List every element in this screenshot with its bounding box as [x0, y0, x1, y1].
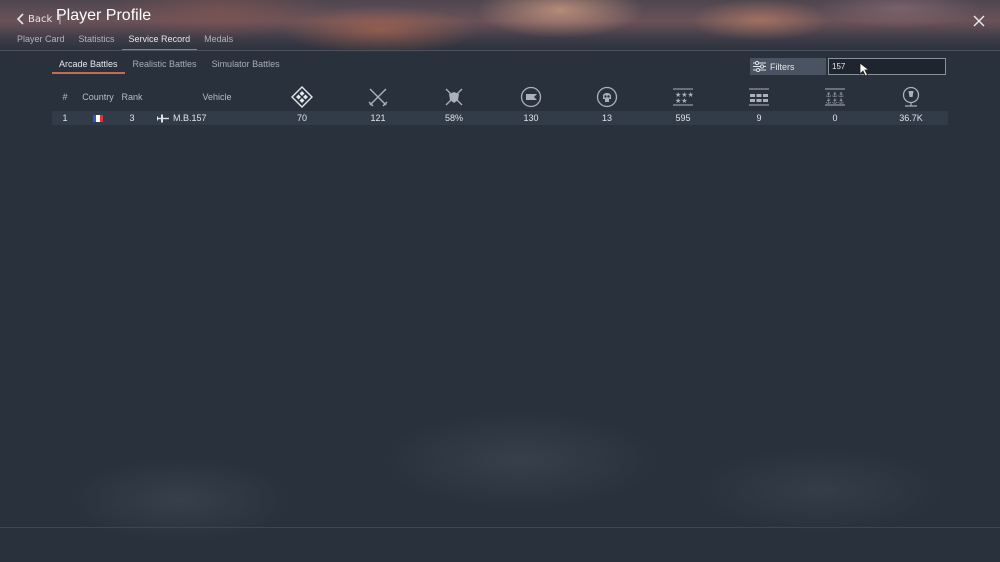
column-header-ground-targets[interactable] [747, 84, 771, 110]
column-header-vehicle[interactable]: Vehicle [182, 84, 252, 110]
column-header-air-targets[interactable]: ★★★ ★★ [671, 84, 695, 110]
crossed-swords-icon [368, 88, 388, 107]
vehicle-name: M.B.157 [173, 113, 207, 123]
search-input[interactable] [828, 58, 946, 75]
column-header-victories[interactable] [290, 84, 314, 110]
back-label: Back [28, 13, 53, 25]
battle-mode-tabs: Arcade Battles Realistic Battles Simulat… [52, 58, 288, 74]
column-header-win-rate[interactable] [442, 84, 466, 110]
back-button[interactable]: Back | [16, 11, 62, 27]
cell-country [80, 111, 116, 125]
top-bar: Back | Player Profile Player Card Statis… [0, 0, 1000, 52]
victories-icon [291, 86, 313, 108]
anchors-icon: ⚓⚓⚓ ⚓⚓⚓ [825, 88, 845, 106]
flag-icon [520, 86, 542, 108]
cell-ground-targets: 9 [756, 113, 762, 123]
close-icon[interactable] [971, 13, 987, 29]
column-header-deaths[interactable] [595, 84, 619, 110]
cell-vehicle: M.B.157 [156, 111, 266, 125]
cell-win-rate: 58% [444, 113, 463, 123]
balloon-icon [902, 86, 920, 107]
stars-icon: ★★★ ★★ [673, 88, 694, 106]
tab-divider [0, 50, 1000, 51]
column-header-respawns[interactable] [519, 84, 543, 110]
column-header-battles[interactable] [366, 84, 390, 110]
fog-background [0, 380, 1000, 562]
mouse-cursor-icon [859, 62, 870, 77]
page-title: Player Profile [56, 7, 152, 24]
svg-text:★★: ★★ [675, 97, 688, 105]
cell-battles: 121 [370, 113, 386, 123]
plane-icon [157, 114, 169, 122]
subtab-arcade[interactable]: Arcade Battles [52, 58, 125, 74]
column-header-index[interactable]: # [52, 84, 78, 110]
svg-text:⚓⚓⚓: ⚓⚓⚓ [826, 98, 845, 106]
cell-respawns: 130 [523, 113, 539, 123]
column-header-naval-targets[interactable]: ⚓⚓⚓ ⚓⚓⚓ [823, 84, 847, 110]
france-flag-icon [93, 114, 103, 122]
cell-deaths: 13 [601, 113, 612, 123]
tab-medals[interactable]: Medals [197, 31, 240, 51]
tab-player-card[interactable]: Player Card [10, 31, 72, 51]
tanks-icon [749, 88, 769, 106]
cell-index: 1 [62, 113, 68, 123]
subtab-simulator[interactable]: Simulator Battles [205, 58, 287, 74]
table-row[interactable]: 1 3 M.B.157 70 121 58% 130 13 595 9 0 36… [52, 111, 948, 125]
table-header: # Country Rank Vehicle ★★★ ★★ ⚓⚓⚓ ⚓⚓⚓ [52, 84, 948, 110]
cell-naval-targets: 0 [832, 113, 838, 123]
sliders-icon [753, 61, 766, 72]
cell-activity: 36.7K [899, 113, 923, 123]
tab-statistics[interactable]: Statistics [72, 31, 122, 51]
column-header-activity[interactable] [899, 84, 923, 110]
filters-label: Filters [770, 61, 795, 72]
subtab-realistic[interactable]: Realistic Battles [126, 58, 204, 74]
chevron-left-icon [16, 13, 24, 25]
cell-rank: 3 [129, 113, 135, 123]
shield-swords-icon [445, 88, 463, 106]
tab-service-record[interactable]: Service Record [121, 31, 198, 51]
skull-icon [596, 86, 618, 108]
footer-divider [0, 527, 1000, 528]
column-header-country[interactable]: Country [80, 84, 116, 110]
profile-tabs: Player Card Statistics Service Record Me… [10, 31, 240, 51]
cell-victories: 70 [296, 113, 307, 123]
cell-air-targets: 595 [675, 113, 691, 123]
filters-button[interactable]: Filters [750, 58, 826, 75]
column-header-rank[interactable]: Rank [118, 84, 146, 110]
